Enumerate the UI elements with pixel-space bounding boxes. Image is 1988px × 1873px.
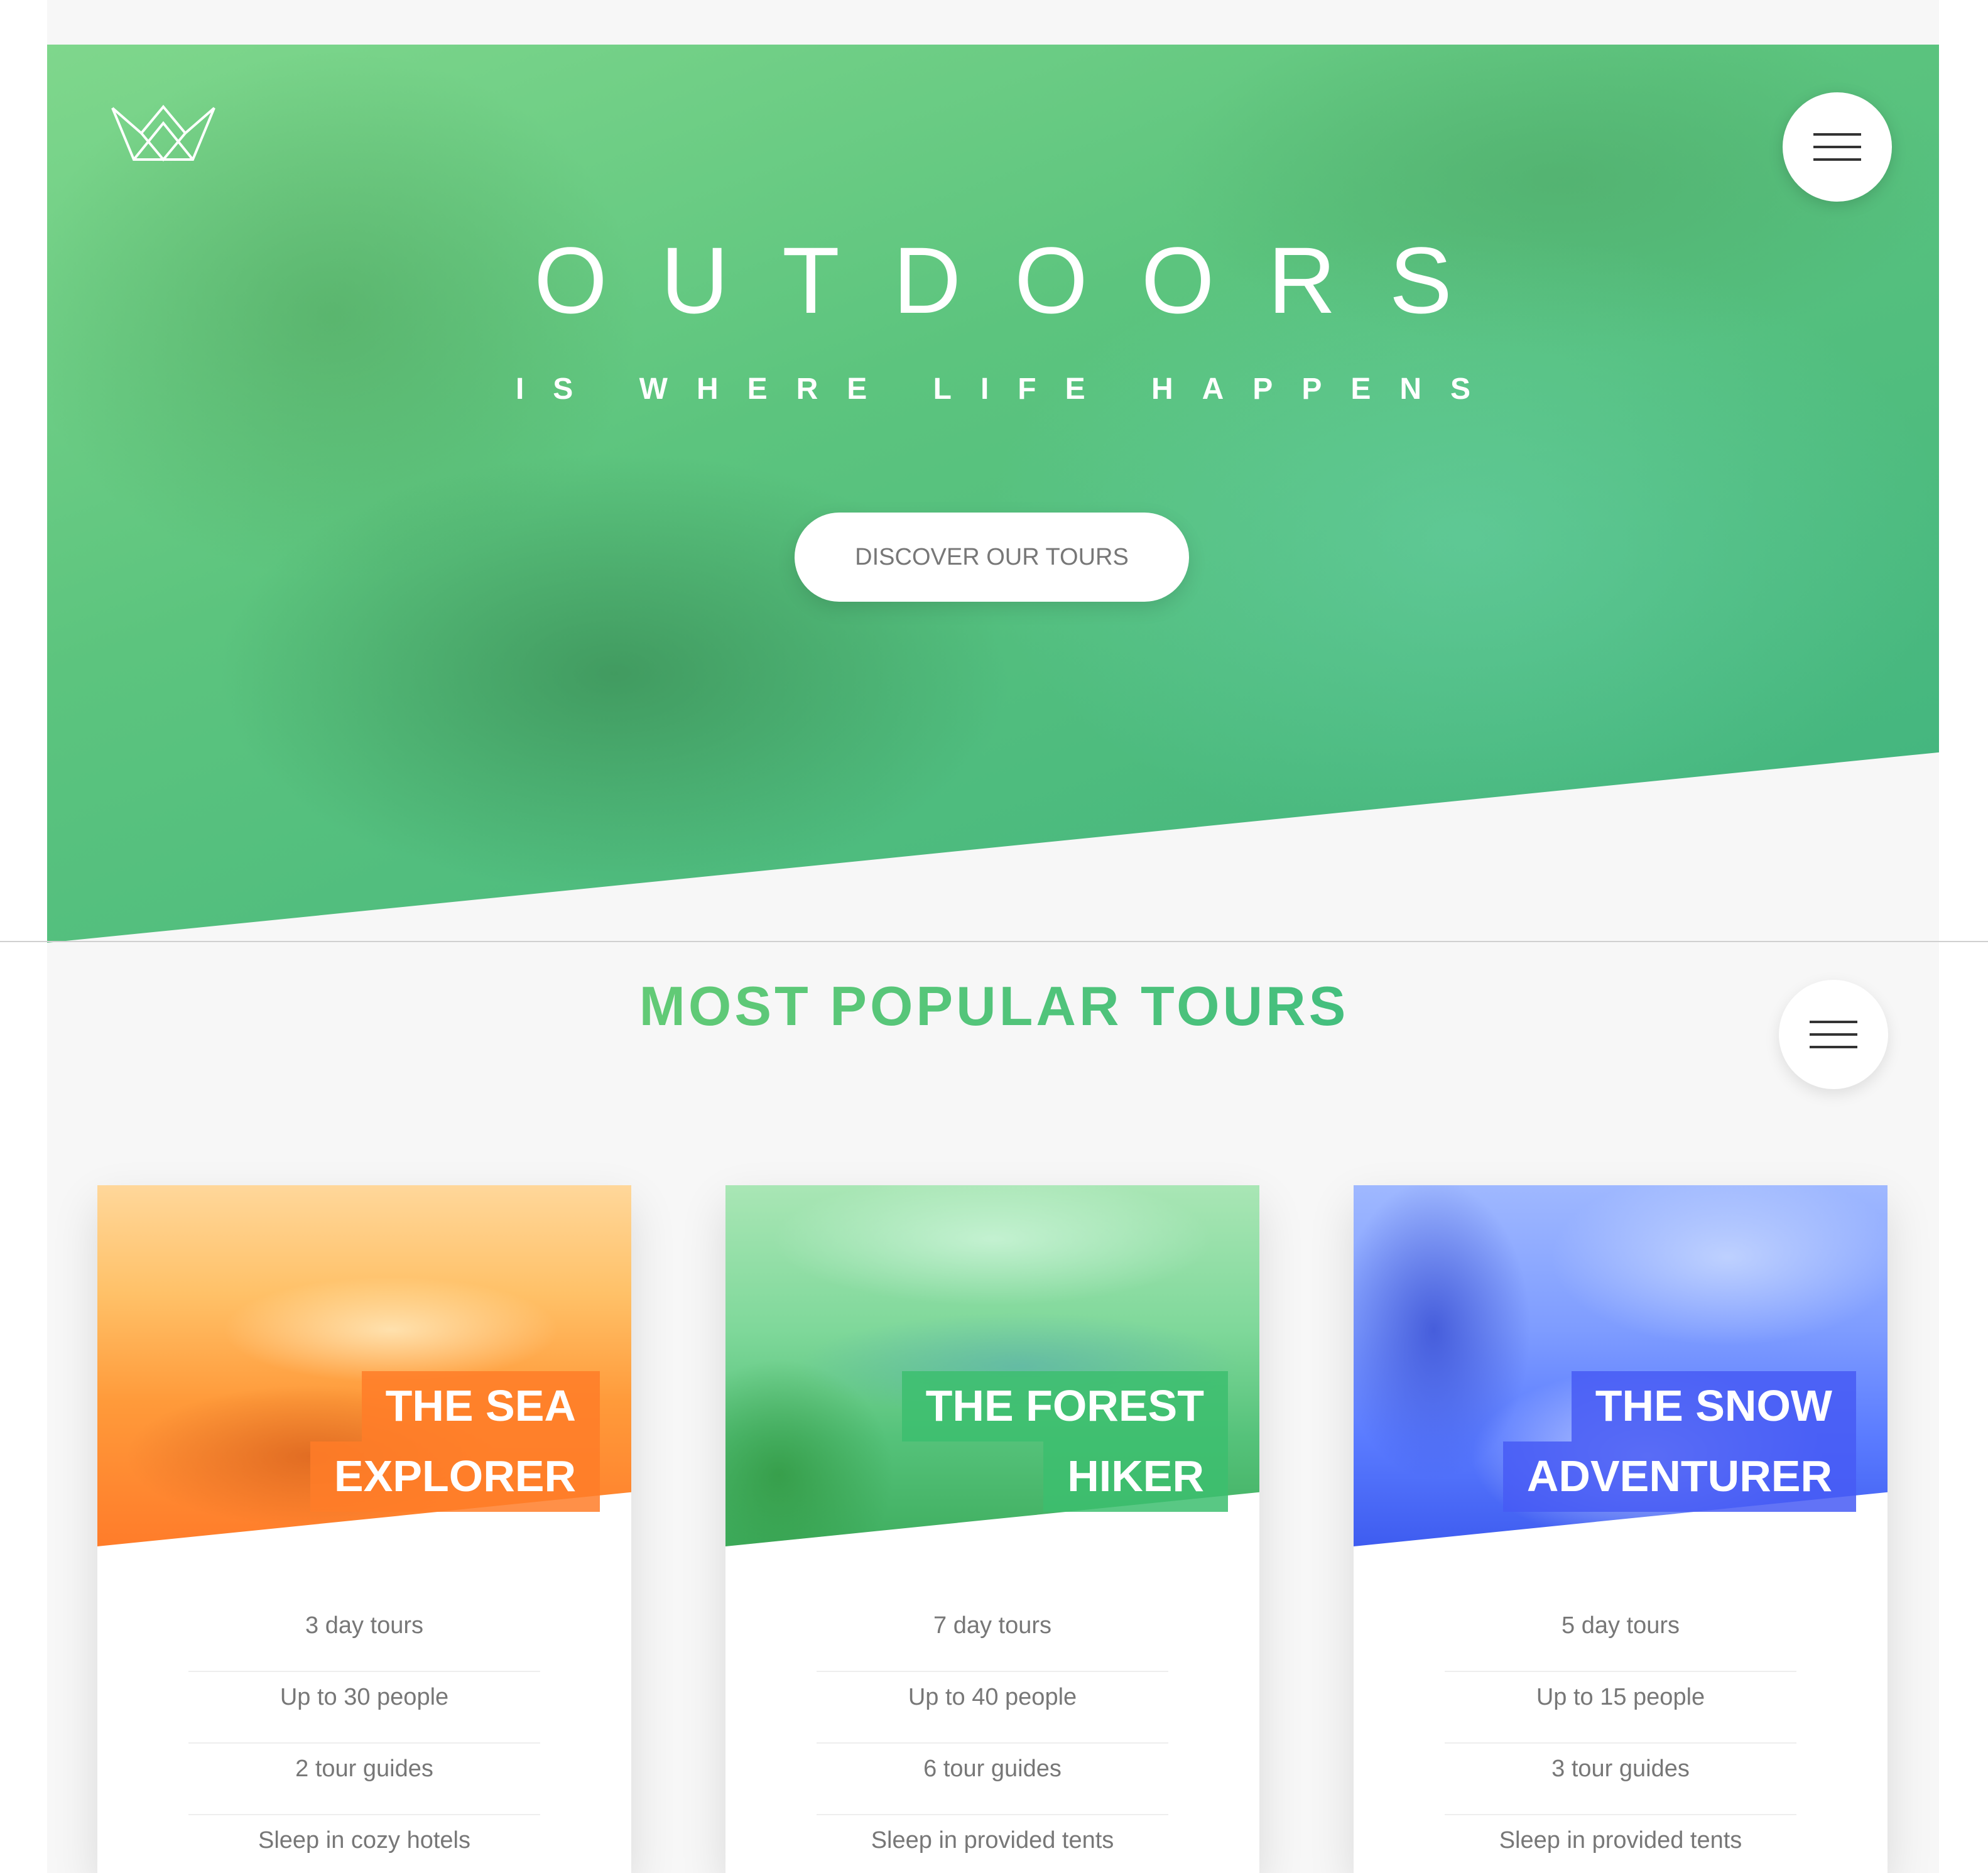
tour-detail-text: Up to 40 people — [908, 1684, 1077, 1710]
section-title: MOST POPULAR TOURS — [0, 979, 1988, 1034]
hamburger-menu-icon-bar — [1810, 1046, 1857, 1048]
discover-tours-button[interactable]: DISCOVER OUR TOURS — [795, 513, 1189, 602]
tour-detail-item: 7 day tours — [817, 1600, 1168, 1672]
hamburger-menu-icon-bar — [1813, 146, 1861, 148]
tour-card-title-line1: THE SNOW — [1571, 1371, 1856, 1441]
section-divider — [0, 941, 1988, 942]
tour-detail-text: 5 day tours — [1562, 1612, 1680, 1639]
tour-card-heading: THE FOREST HIKER — [901, 1371, 1228, 1512]
tour-card-title-line2: HIKER — [1043, 1441, 1228, 1512]
crown-icon[interactable] — [110, 104, 217, 164]
tour-detail-item: Up to 30 people — [188, 1671, 540, 1744]
tour-card-sea-explorer[interactable]: THE SEA EXPLORER 3 day tours Up to 30 pe… — [97, 1185, 631, 1873]
tour-detail-text: Up to 30 people — [280, 1684, 449, 1710]
tour-detail-item: 3 tour guides — [1445, 1743, 1796, 1815]
hero-subtitle: IS WHERE LIFE HAPPENS — [515, 372, 1500, 406]
tour-detail-item: Sleep in provided tents — [817, 1815, 1168, 1873]
hero-menu-button[interactable] — [1783, 92, 1892, 202]
tour-card-title-line2: EXPLORER — [310, 1441, 600, 1512]
tour-detail-item: 3 day tours — [188, 1600, 540, 1672]
tour-detail-text: Up to 15 people — [1536, 1684, 1705, 1710]
tour-card-title-line2: ADVENTURER — [1502, 1441, 1856, 1512]
tour-detail-text: Sleep in cozy hotels — [258, 1827, 470, 1854]
tour-detail-text: 7 day tours — [933, 1612, 1051, 1639]
tour-detail-text: Sleep in provided tents — [871, 1827, 1114, 1854]
tour-detail-item: Up to 40 people — [817, 1671, 1168, 1744]
tour-card-snow-adventurer[interactable]: THE SNOW ADVENTURER 5 day tours Up to 15… — [1354, 1185, 1888, 1873]
tour-card-heading: THE SNOW ADVENTURER — [1502, 1371, 1856, 1512]
tour-card-title-line1: THE SEA — [361, 1371, 600, 1441]
tour-detail-item: Up to 15 people — [1445, 1671, 1796, 1744]
hero-title: OUTDOORS — [534, 227, 1506, 333]
tour-detail-text: 2 tour guides — [295, 1756, 433, 1782]
tour-detail-item: 6 tour guides — [817, 1743, 1168, 1815]
tour-card-details: 7 day tours Up to 40 people 6 tour guide… — [817, 1600, 1168, 1873]
hamburger-menu-icon — [1813, 133, 1861, 136]
tour-detail-item: Sleep in provided tents — [1445, 1815, 1796, 1873]
tour-detail-item: 5 day tours — [1445, 1600, 1796, 1672]
hero-header: OUTDOORS IS WHERE LIFE HAPPENS DISCOVER … — [47, 45, 1939, 943]
tour-detail-item: Sleep in cozy hotels — [188, 1815, 540, 1873]
tour-card-heading: THE SEA EXPLORER — [310, 1371, 600, 1512]
tour-card-details: 3 day tours Up to 30 people 2 tour guide… — [188, 1600, 540, 1873]
tour-card-forest-hiker[interactable]: THE FOREST HIKER 7 day tours Up to 40 pe… — [725, 1185, 1259, 1873]
tour-detail-item: 2 tour guides — [188, 1743, 540, 1815]
tour-detail-text: Sleep in provided tents — [1499, 1827, 1742, 1854]
tour-detail-text: 3 day tours — [305, 1612, 423, 1639]
tour-detail-text: 3 tour guides — [1551, 1756, 1690, 1782]
hamburger-menu-icon-bar — [1810, 1033, 1857, 1036]
sticky-menu-button[interactable] — [1779, 980, 1888, 1089]
tour-card-details: 5 day tours Up to 15 people 3 tour guide… — [1445, 1600, 1796, 1873]
tour-card-title-line1: THE FOREST — [901, 1371, 1228, 1441]
hamburger-menu-icon — [1810, 1021, 1857, 1023]
hamburger-menu-icon-bar — [1813, 158, 1861, 161]
tour-detail-text: 6 tour guides — [923, 1756, 1062, 1782]
